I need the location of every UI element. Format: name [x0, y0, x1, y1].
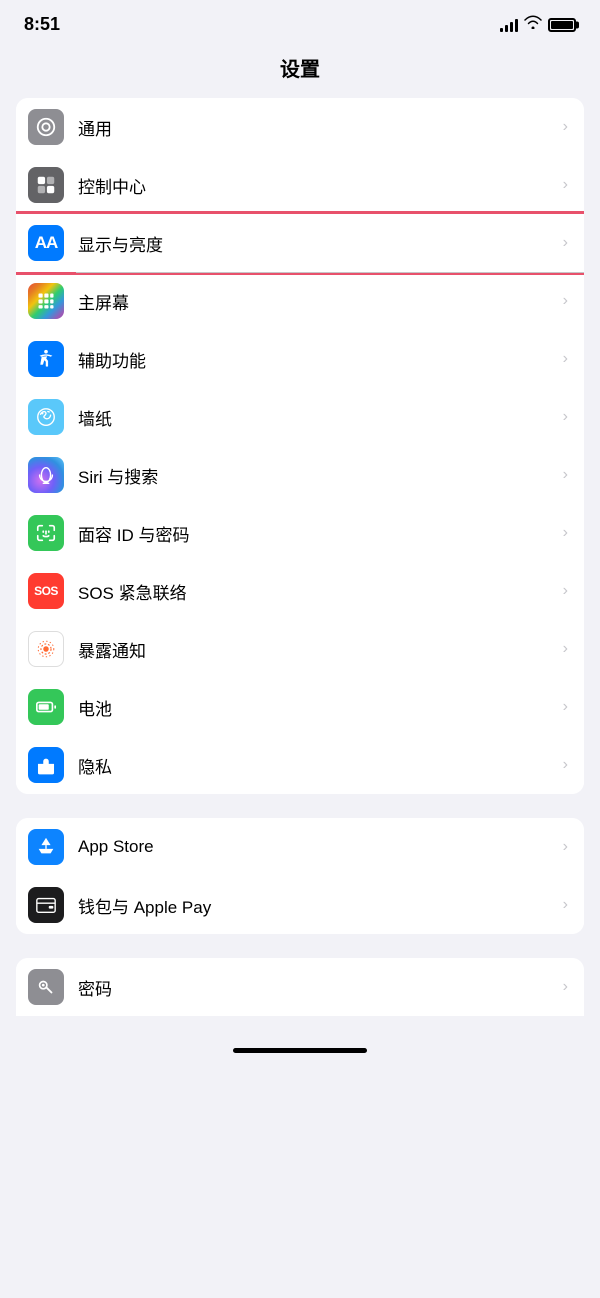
wallpaper-label: 墙纸	[78, 405, 563, 430]
settings-row-accessibility[interactable]: 辅助功能 ›	[16, 330, 584, 388]
privacy-chevron: ›	[563, 756, 568, 774]
wallet-label: 钱包与 Apple Pay	[78, 893, 563, 918]
status-icons	[500, 15, 576, 34]
settings-row-siri[interactable]: Siri 与搜索 ›	[16, 446, 584, 504]
settings-row-home-screen[interactable]: 主屏幕 ›	[16, 272, 584, 330]
privacy-label: 隐私	[78, 753, 563, 778]
battery-icon	[28, 689, 64, 725]
battery-chevron: ›	[563, 698, 568, 716]
settings-row-general[interactable]: 通用 ›	[16, 98, 584, 156]
display-icon: AA	[28, 225, 64, 261]
settings-row-password[interactable]: 密码 ›	[16, 958, 584, 1016]
appstore-icon	[28, 829, 64, 865]
status-time: 8:51	[24, 14, 60, 35]
exposure-chevron: ›	[563, 640, 568, 658]
exposure-label: 暴露通知	[78, 637, 563, 662]
sos-icon: SOS	[28, 573, 64, 609]
siri-label: Siri 与搜索	[78, 463, 563, 488]
display-chevron: ›	[563, 234, 568, 252]
settings-section-1: 通用 › 控制中心 › AA 显示与亮度 ›	[16, 98, 584, 794]
signal-icon	[500, 18, 518, 32]
appstore-label: App Store	[78, 837, 563, 857]
general-label: 通用	[78, 115, 563, 140]
wallet-icon	[28, 887, 64, 923]
display-label: 显示与亮度	[78, 231, 563, 256]
settings-row-faceid[interactable]: 面容 ID 与密码 ›	[16, 504, 584, 562]
exposure-icon	[28, 631, 64, 667]
accessibility-label: 辅助功能	[78, 347, 563, 372]
settings-row-display[interactable]: AA 显示与亮度 ›	[16, 214, 584, 272]
control-center-chevron: ›	[563, 176, 568, 194]
siri-icon	[28, 457, 64, 493]
accessibility-chevron: ›	[563, 350, 568, 368]
wallpaper-chevron: ›	[563, 408, 568, 426]
settings-row-battery[interactable]: 电池 ›	[16, 678, 584, 736]
settings-row-appstore[interactable]: App Store ›	[16, 818, 584, 876]
wallpaper-icon	[28, 399, 64, 435]
accessibility-icon	[28, 341, 64, 377]
settings-row-privacy[interactable]: 隐私 ›	[16, 736, 584, 794]
settings-row-wallet[interactable]: 钱包与 Apple Pay ›	[16, 876, 584, 934]
password-chevron: ›	[563, 978, 568, 996]
settings-row-control-center[interactable]: 控制中心 ›	[16, 156, 584, 214]
battery-label: 电池	[78, 695, 563, 720]
sos-label: SOS 紧急联络	[78, 579, 563, 604]
password-icon	[28, 969, 64, 1005]
settings-section-2: App Store › 钱包与 Apple Pay ›	[16, 818, 584, 934]
appstore-chevron: ›	[563, 838, 568, 856]
battery-status-icon	[548, 18, 576, 32]
wifi-icon	[524, 15, 542, 34]
settings-row-wallpaper[interactable]: 墙纸 ›	[16, 388, 584, 446]
settings-section-3: 密码 ›	[16, 958, 584, 1016]
faceid-label: 面容 ID 与密码	[78, 521, 563, 546]
control-center-label: 控制中心	[78, 173, 563, 198]
faceid-icon	[28, 515, 64, 551]
settings-row-sos[interactable]: SOS SOS 紧急联络 ›	[16, 562, 584, 620]
privacy-icon	[28, 747, 64, 783]
settings-row-exposure[interactable]: 暴露通知 ›	[16, 620, 584, 678]
wallet-chevron: ›	[563, 896, 568, 914]
status-bar: 8:51	[0, 0, 600, 43]
home-screen-label: 主屏幕	[78, 289, 563, 314]
home-bar	[233, 1048, 367, 1053]
control-center-icon	[28, 167, 64, 203]
general-chevron: ›	[563, 118, 568, 136]
home-screen-icon	[28, 283, 64, 319]
sos-chevron: ›	[563, 582, 568, 600]
page-title: 设置	[0, 43, 600, 98]
siri-chevron: ›	[563, 466, 568, 484]
faceid-chevron: ›	[563, 524, 568, 542]
general-icon	[28, 109, 64, 145]
home-screen-chevron: ›	[563, 292, 568, 310]
password-label: 密码	[78, 975, 563, 1000]
